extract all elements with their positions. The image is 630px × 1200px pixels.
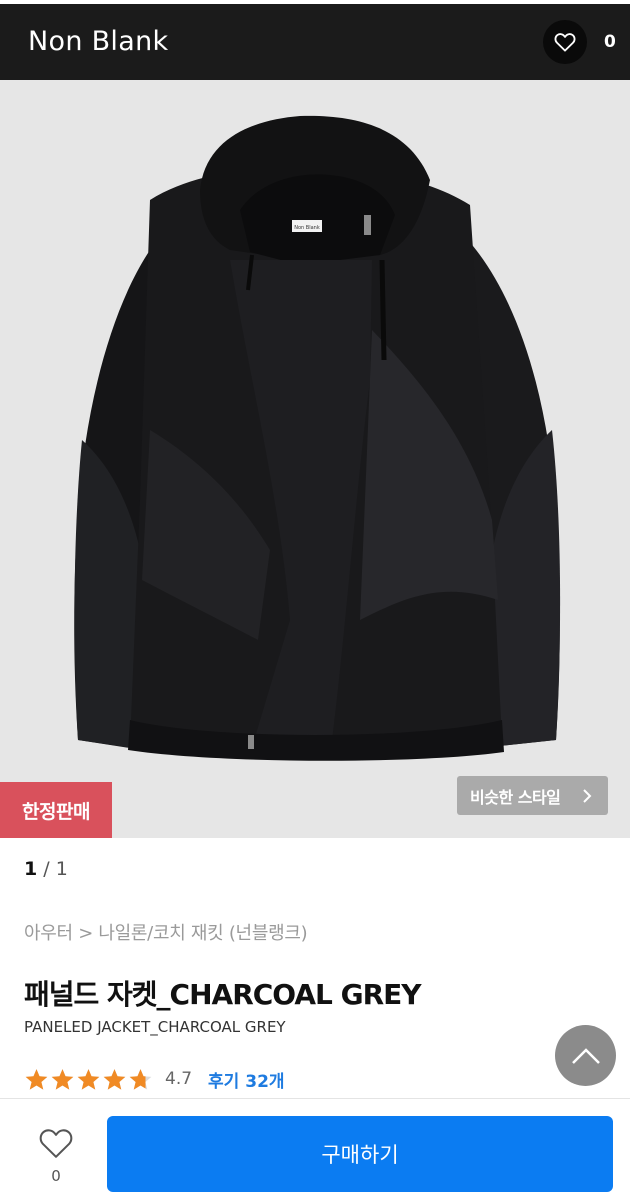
star-icon [25,1068,48,1090]
wishlist-count: 0 [51,1167,61,1185]
garment-label: Non Blank [294,225,320,231]
rating-row[interactable]: 4.7 후기 32개 [24,1066,285,1092]
scroll-to-top-button[interactable] [555,1025,616,1086]
heart-outline-icon [39,1129,73,1158]
pager-total: 1 [55,858,68,880]
bottom-action-bar: 0 구매하기 [0,1098,630,1200]
limited-sale-badge: 한정판매 [0,782,112,838]
brand-logo[interactable]: Non Blank [28,26,168,57]
category-breadcrumb[interactable]: 아우터 > 나일론/코치 재킷 (넌블랭크) [24,919,308,945]
app-header: Non Blank 0 [0,4,630,80]
wishlist-button[interactable]: 0 [36,1127,76,1185]
product-title: 패널드 자켓_CHARCOAL GREY [24,978,422,1011]
star-icon [77,1068,100,1090]
star-icon [129,1068,152,1090]
star-icon [103,1068,126,1090]
similar-style-label: 비슷한 스타일 [470,787,561,807]
similar-style-button[interactable]: 비슷한 스타일 [457,776,608,815]
chevron-right-icon [583,789,592,803]
pager-separator: / [43,858,50,880]
heart-outline-icon [554,33,576,52]
pager-current: 1 [24,858,38,880]
chevron-up-icon [571,1047,600,1064]
buy-button[interactable]: 구매하기 [107,1116,613,1192]
header-like-count: 0 [604,32,616,52]
header-like-button[interactable] [543,20,587,64]
product-image[interactable]: Non Blank [0,80,630,838]
rating-stars [24,1067,153,1092]
reviews-link[interactable]: 후기 32개 [208,1067,285,1092]
star-icon [51,1068,74,1090]
image-pager: 1 / 1 [24,858,68,880]
rating-value: 4.7 [165,1069,193,1089]
product-subtitle: PANELED JACKET_CHARCOAL GREY [24,1018,286,1036]
